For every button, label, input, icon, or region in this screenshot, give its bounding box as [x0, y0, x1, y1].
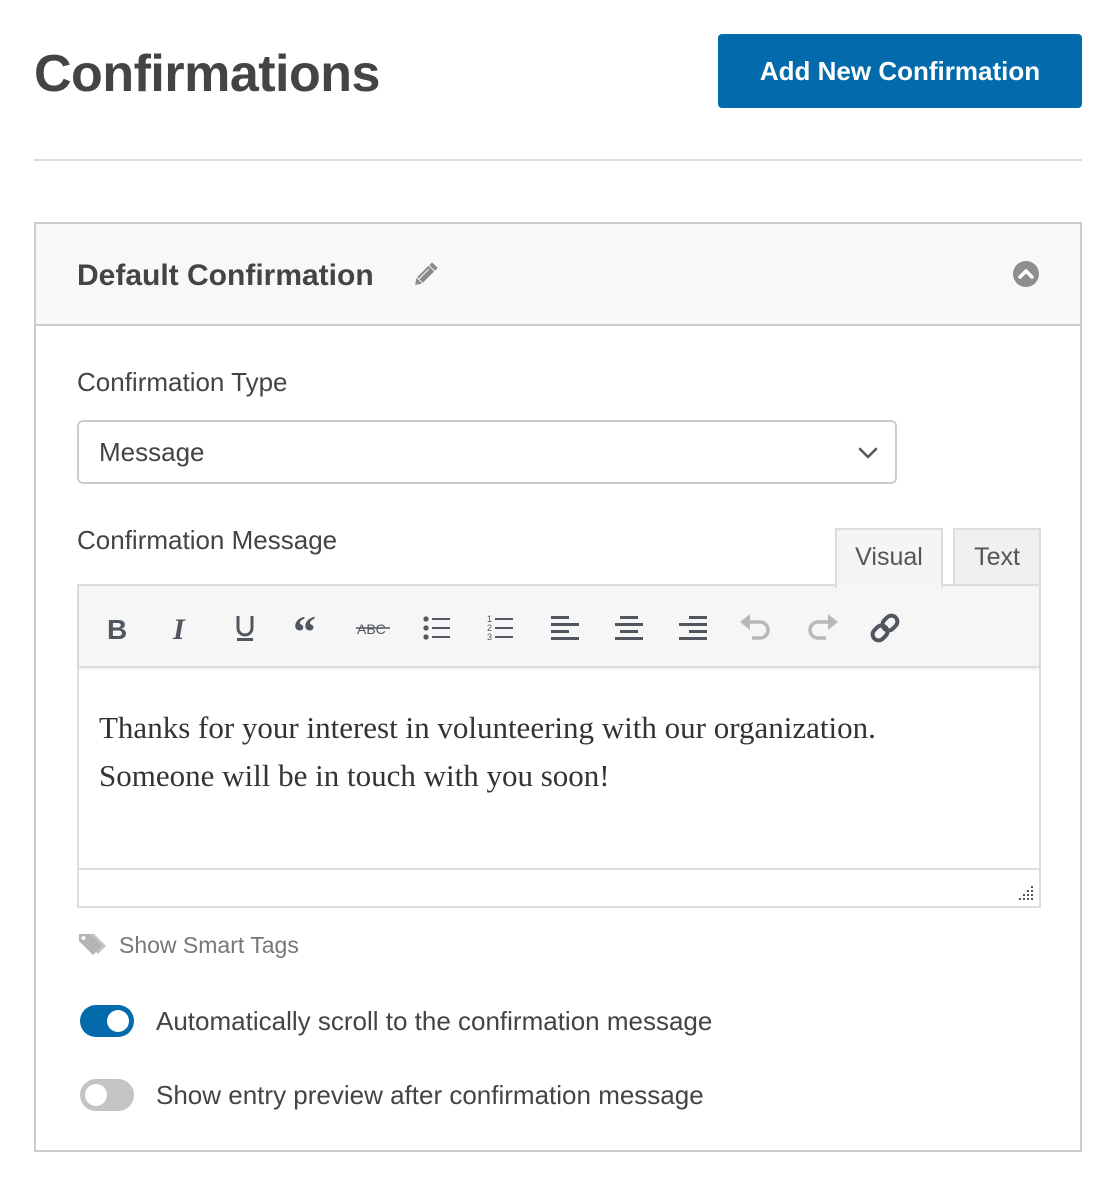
- chevron-up-circle-icon[interactable]: [1012, 260, 1040, 288]
- message-line-2: Someone will be in touch with you soon!: [99, 758, 610, 793]
- underline-icon[interactable]: [225, 608, 265, 648]
- svg-text:B: B: [107, 614, 127, 642]
- align-left-icon[interactable]: [545, 608, 585, 648]
- bold-icon[interactable]: B: [97, 608, 137, 648]
- default-confirmation-panel: Default Confirmation Confirmation Type M…: [34, 222, 1082, 1152]
- tags-icon: [77, 932, 109, 958]
- confirmation-type-select[interactable]: Message: [77, 420, 897, 484]
- strikethrough-icon[interactable]: ABC: [353, 608, 393, 648]
- smart-tags-label: Show Smart Tags: [119, 932, 299, 958]
- auto-scroll-toggle-row: Automatically scroll to the confirmation…: [80, 1004, 712, 1038]
- panel-title: Default Confirmation: [77, 259, 374, 292]
- resize-handle-icon[interactable]: [1015, 882, 1035, 902]
- panel-header[interactable]: Default Confirmation: [36, 224, 1080, 326]
- entry-preview-toggle[interactable]: [80, 1079, 134, 1111]
- header-divider: [34, 159, 1082, 161]
- entry-preview-toggle-row: Show entry preview after confirmation me…: [80, 1078, 704, 1112]
- message-editor: B I “ ABC 123 Thanks for your interest i…: [77, 584, 1041, 908]
- auto-scroll-toggle[interactable]: [80, 1005, 134, 1037]
- tab-visual[interactable]: Visual: [835, 528, 943, 588]
- undo-icon[interactable]: [737, 608, 777, 648]
- editor-content[interactable]: Thanks for your interest in volunteering…: [79, 668, 1039, 868]
- message-line-1: Thanks for your interest in volunteering…: [99, 710, 876, 745]
- show-smart-tags-link[interactable]: Show Smart Tags: [77, 930, 299, 960]
- align-center-icon[interactable]: [609, 608, 649, 648]
- tab-text[interactable]: Text: [953, 528, 1041, 586]
- chevron-down-icon: [857, 442, 879, 464]
- svg-text:ABC: ABC: [357, 621, 386, 637]
- redo-icon[interactable]: [801, 608, 841, 648]
- editor-toolbar: B I “ ABC 123: [79, 586, 1039, 668]
- svg-text:“: “: [293, 615, 316, 641]
- link-icon[interactable]: [865, 608, 905, 648]
- align-right-icon[interactable]: [673, 608, 713, 648]
- numbered-list-icon[interactable]: 123: [481, 608, 521, 648]
- quote-icon[interactable]: “: [289, 608, 329, 648]
- entry-preview-label: Show entry preview after confirmation me…: [156, 1080, 704, 1110]
- toggle-knob: [85, 1084, 107, 1106]
- confirmation-type-value: Message: [99, 437, 205, 467]
- add-new-confirmation-button[interactable]: Add New Confirmation: [718, 34, 1082, 108]
- auto-scroll-label: Automatically scroll to the confirmation…: [156, 1006, 713, 1036]
- confirmation-message-label: Confirmation Message: [77, 525, 338, 555]
- editor-statusbar: [79, 868, 1039, 906]
- svg-text:I: I: [172, 614, 186, 642]
- toggle-knob: [107, 1010, 129, 1032]
- bullet-list-icon[interactable]: [417, 608, 457, 648]
- page-title: Confirmations: [34, 45, 380, 103]
- pencil-icon[interactable]: [410, 260, 440, 290]
- confirmation-type-label: Confirmation Type: [77, 367, 288, 397]
- italic-icon[interactable]: I: [161, 608, 201, 648]
- svg-text:3: 3: [487, 632, 492, 642]
- page-header: Confirmations Add New Confirmation: [34, 34, 1082, 108]
